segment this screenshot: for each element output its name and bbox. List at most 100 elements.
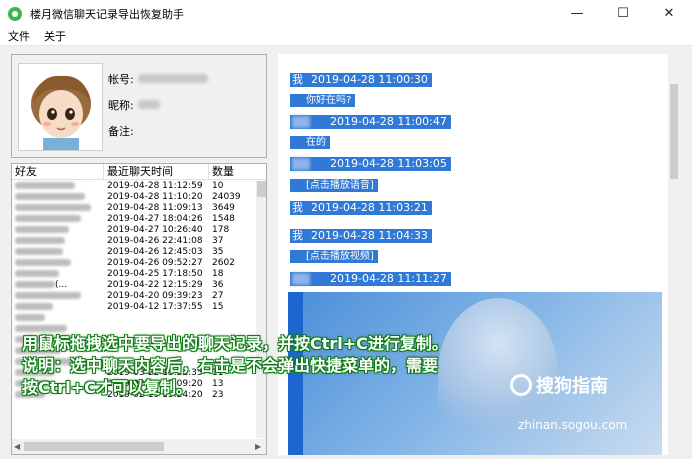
friend-name-redacted (15, 193, 85, 200)
table-row[interactable]: 2019-04-28 11:09:13 3649 (12, 203, 256, 214)
friend-last-chat-time: 2019-04-26 09:52:27 (107, 258, 203, 268)
nickname-label: 昵称: (108, 99, 134, 112)
friend-message-count: 36 (212, 280, 224, 290)
friend-message-count: 3649 (212, 203, 235, 213)
table-row[interactable]: 2019-04-26 12:45:03 35 (12, 247, 256, 258)
chat-message-header[interactable]: 我 2019-04-28 11:00:30 (290, 73, 432, 87)
table-row[interactable]: 2019-04-27 10:26:40 178 (12, 225, 256, 236)
chat-message-header[interactable]: 2019-04-28 11:11:27 (290, 272, 451, 286)
chat-time: 2019-04-28 11:04:33 (311, 229, 428, 242)
friend-name-redacted (15, 226, 69, 233)
friend-name-redacted (15, 215, 81, 222)
avatar-image (19, 64, 102, 150)
friend-last-chat-time: 2019-04-26 22:41:08 (107, 236, 203, 246)
minimize-button[interactable]: — (554, 0, 600, 27)
friend-last-chat-time: 2019-04-12 17:37:55 (107, 302, 203, 312)
friends-vertical-scrollbar[interactable] (256, 181, 266, 438)
header-last-chat-time[interactable]: 最近聊天时间 (104, 164, 209, 180)
window-controls: — ☐ ✕ (554, 0, 692, 27)
chat-message-text[interactable]: [点击播放语音] (290, 179, 378, 192)
friends-list[interactable]: 好友 最近聊天时间 数量 2019-04-28 11:12:59 10 2019-0… (11, 163, 267, 455)
nickname-value-redacted (138, 100, 160, 109)
friends-horizontal-scroll-thumb[interactable] (24, 442, 164, 451)
header-friend[interactable]: 好友 (12, 164, 104, 180)
chat-message-header[interactable]: 2019-04-28 11:03:05 (290, 157, 451, 171)
friend-name-redacted (15, 292, 81, 299)
table-row[interactable]: 2019-04-28 11:12:59 10 (12, 181, 256, 192)
friend-name-redacted (15, 303, 53, 310)
menu-about[interactable]: 关于 (38, 28, 72, 44)
maximize-button[interactable]: ☐ (600, 0, 646, 27)
friend-last-chat-time: 2019-04-28 11:12:59 (107, 181, 203, 191)
friends-horizontal-scrollbar[interactable]: ◀ ▶ (12, 439, 266, 454)
table-row[interactable]: 2019-04-20 09:39:23 27 (12, 291, 256, 302)
friend-name (12, 258, 104, 269)
chat-message-text[interactable]: [点击播放视频] (290, 250, 378, 263)
friend-message-count: 24039 (212, 192, 241, 202)
friend-name (12, 247, 104, 258)
chat-message-header[interactable]: 我 2019-04-28 11:04:33 (290, 229, 432, 243)
table-row[interactable]: 2019-04-27 18:04:26 1548 (12, 214, 256, 225)
table-row[interactable]: 2019-04-25 17:18:50 18 (12, 269, 256, 280)
friend-message-count: 15 (212, 302, 224, 312)
friend-last-chat-time: 2019-04-26 12:45:03 (107, 247, 203, 257)
chat-message-header[interactable]: 2019-04-28 11:00:47 (290, 115, 451, 129)
friend-message-count: 10 (212, 181, 224, 191)
friend-message-count: 35 (212, 247, 224, 257)
friend-name (12, 225, 104, 236)
chat-message-text[interactable]: 你好在吗? (290, 94, 356, 107)
friend-name-redacted (15, 237, 65, 244)
friend-message-count: 2602 (212, 258, 235, 268)
chat-message-header[interactable]: 我 2019-04-28 11:03:21 (290, 201, 432, 215)
table-row[interactable]: 2019-04-26 22:41:08 37 (12, 236, 256, 247)
chat-vertical-scrollbar[interactable] (668, 54, 680, 455)
chat-time: 2019-04-28 11:00:47 (330, 115, 447, 128)
chat-sender: 我 (292, 73, 303, 86)
friend-name (12, 302, 104, 313)
scroll-right-icon[interactable]: ▶ (255, 442, 261, 451)
table-row[interactable]: 2019-04-12 17:37:55 15 (12, 302, 256, 313)
menu-bar: 文件 关于 (0, 27, 692, 46)
scroll-left-icon[interactable]: ◀ (14, 442, 20, 451)
friend-last-chat-time: 2019-04-28 11:09:13 (107, 203, 203, 213)
friend-name (12, 269, 104, 280)
sogou-watermark: 搜狗指南 (510, 372, 608, 398)
friend-name-redacted (15, 248, 63, 255)
friend-message-count: 1548 (212, 214, 235, 224)
friends-table-header: 好友 最近聊天时间 数量 (12, 164, 266, 180)
chat-sender: 我 (292, 229, 303, 242)
friend-name (12, 192, 104, 203)
header-count[interactable]: 数量 (209, 164, 266, 180)
friend-name (12, 214, 104, 225)
friend-message-count: 23 (212, 390, 224, 400)
instruction-line-2: 说明：选中聊天内容后，右击是不会弹出快捷菜单的，需要 (22, 356, 439, 375)
chat-time: 2019-04-28 11:03:05 (330, 157, 447, 170)
search-icon (510, 374, 532, 396)
account-value-redacted (138, 74, 208, 83)
friend-name (12, 313, 104, 324)
friends-vertical-scroll-thumb[interactable] (257, 181, 266, 197)
app-icon (8, 6, 22, 21)
chat-sender: 我 (292, 201, 303, 214)
account-label: 帐号: (108, 73, 134, 86)
friend-name: (... (12, 280, 104, 291)
table-row[interactable] (12, 313, 256, 324)
note-label: 备注: (108, 125, 134, 138)
menu-file[interactable]: 文件 (2, 28, 36, 44)
table-row[interactable]: 2019-04-28 11:10:20 24039 (12, 192, 256, 203)
friend-name-redacted (15, 281, 55, 288)
friend-last-chat-time: 2019-04-22 12:15:29 (107, 280, 203, 290)
chat-time: 2019-04-28 11:00:30 (311, 73, 428, 86)
friend-message-count: 27 (212, 291, 224, 301)
friend-name (12, 203, 104, 214)
table-row[interactable]: 2019-04-26 09:52:27 2602 (12, 258, 256, 269)
friend-name-redacted (15, 314, 45, 321)
friend-name-redacted (15, 259, 71, 266)
window-title: 楼月微信聊天记录导出恢复助手 (30, 7, 184, 21)
close-button[interactable]: ✕ (646, 0, 692, 27)
chat-scroll-thumb[interactable] (670, 84, 678, 179)
chat-sender-redacted (292, 273, 310, 285)
friend-message-count: 178 (212, 225, 230, 235)
chat-message-text[interactable]: 在的 (290, 136, 330, 149)
table-row[interactable]: (... 2019-04-22 12:15:29 36 (12, 280, 256, 291)
